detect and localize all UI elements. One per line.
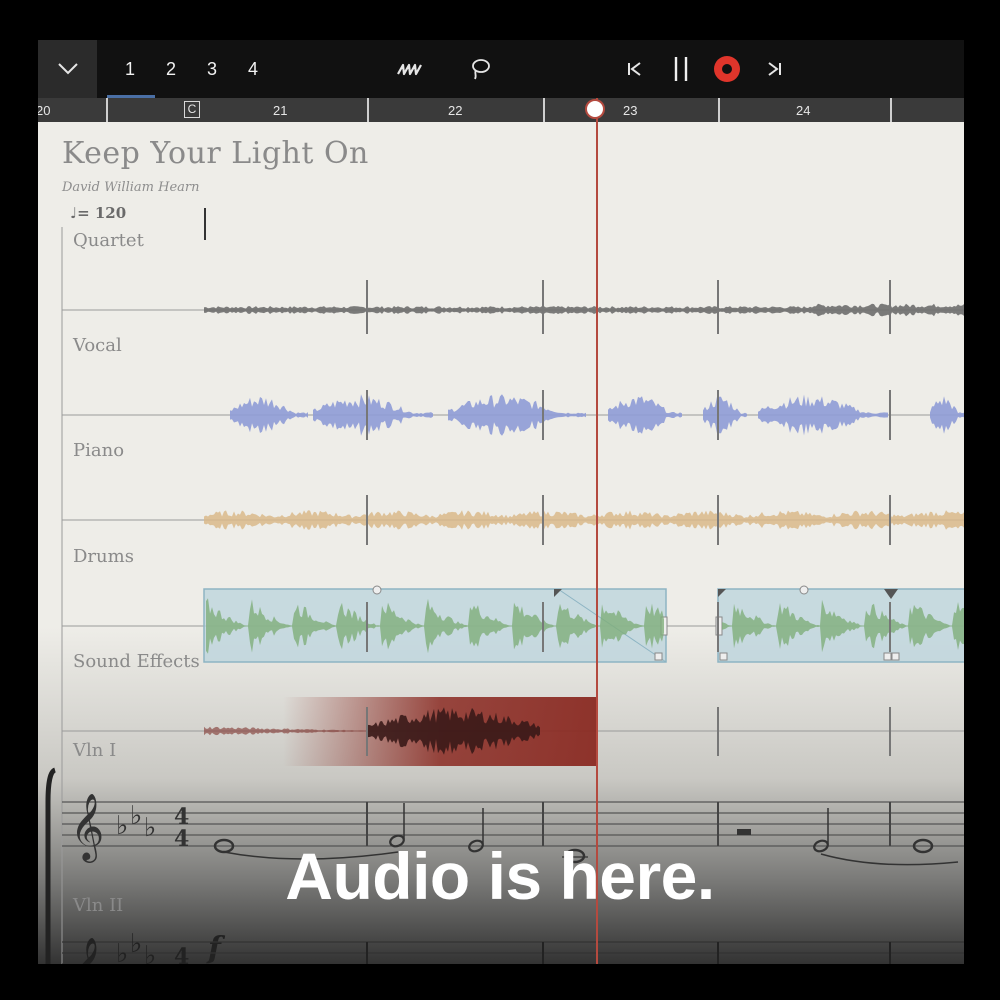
playhead-handle[interactable] [585, 99, 605, 119]
region-handle[interactable] [372, 585, 382, 595]
dynamic-marking: f [206, 931, 226, 964]
page-tab-4[interactable]: 4 [248, 59, 258, 80]
flat-icon: ♭ [116, 811, 128, 841]
lasso-icon[interactable] [465, 54, 495, 84]
vocal-waveform [930, 396, 964, 434]
vln2-staff: 𝄞 ♭ ♭ ♭ 4 [62, 929, 964, 964]
promo-caption: Audio is here. [285, 839, 715, 913]
bar-line [543, 98, 545, 122]
flat-icon: ♭ [130, 929, 142, 959]
flat-icon: ♭ [116, 939, 128, 964]
bar-line [718, 98, 720, 122]
vocal-waveform [313, 394, 433, 436]
quartet-waveform [204, 303, 964, 317]
flat-icon: ♭ [144, 941, 156, 964]
vocal-waveform [230, 397, 308, 433]
bar-number: 24 [796, 103, 811, 118]
record-icon[interactable] [712, 54, 742, 84]
scribble-pen-icon[interactable] [395, 54, 425, 84]
page-tab-2[interactable]: 2 [166, 59, 176, 80]
bar-number: 23 [623, 103, 638, 118]
bar-line [367, 98, 369, 122]
vocal-waveform [703, 396, 747, 434]
time-signature-top: 4 [174, 944, 189, 964]
bar-number: 22 [448, 103, 463, 118]
skip-back-icon[interactable] [620, 54, 650, 84]
skip-forward-icon[interactable] [759, 54, 789, 84]
toolbar: 1 2 3 4 [38, 40, 964, 98]
flat-icon: ♭ [130, 801, 142, 831]
vocal-waveform [758, 394, 888, 436]
page-tab-1[interactable]: 1 [125, 59, 135, 80]
playhead-line[interactable] [596, 98, 598, 964]
rehearsal-marker[interactable]: C [184, 101, 200, 118]
app-window: 1 2 3 4 20 C 21 22 23 24 Keep Your Light… [38, 40, 964, 964]
treble-clef-icon: 𝄞 [70, 936, 104, 964]
bar-line [106, 98, 108, 122]
piano-waveform [204, 510, 964, 530]
bar-number: 20 [38, 103, 51, 118]
timeline-ruler[interactable]: 20 C 21 22 23 24 [38, 98, 964, 122]
half-rest [737, 829, 751, 835]
chevron-down-icon [57, 63, 78, 75]
vocal-waveform [608, 396, 682, 434]
bar-number: 21 [273, 103, 288, 118]
page-tab-3[interactable]: 3 [207, 59, 217, 80]
pause-icon[interactable] [666, 54, 696, 84]
bar-line [890, 98, 892, 122]
region-handle[interactable] [799, 585, 809, 595]
collapse-button[interactable] [38, 40, 97, 98]
vocal-waveform [448, 394, 586, 436]
